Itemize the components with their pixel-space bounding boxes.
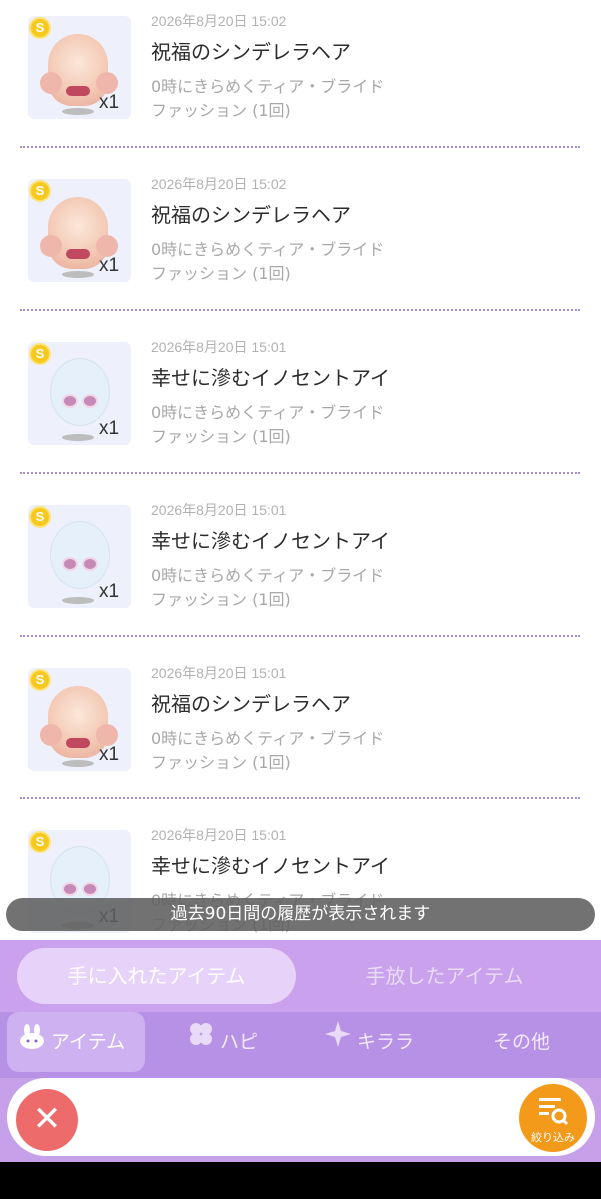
item-source-detail: ファッション (1回) (151, 427, 291, 446)
item-timestamp: 2026年8月20日 15:02 (151, 176, 287, 192)
item-timestamp: 2026年8月20日 15:01 (151, 502, 287, 518)
tab-category-happi-label: ハピ (220, 1031, 259, 1053)
history-item[interactable]: S x1 2026年8月20日 15:02 祝福のシンデレラヘア 0時にきらめく… (0, 163, 601, 325)
category-tabs: アイテム ハピ キララ その他 (0, 1012, 601, 1078)
tab-category-other[interactable]: その他 (493, 1012, 573, 1078)
clover-icon (186, 1013, 216, 1073)
divider (20, 472, 580, 474)
system-nav-bar (0, 1162, 601, 1199)
close-button[interactable]: ✕ (16, 1089, 78, 1151)
item-name: 祝福のシンデレラヘア (151, 692, 351, 716)
coin-icon: S (29, 506, 51, 528)
item-quantity: x1 (99, 581, 120, 602)
item-source-detail: ファッション (1回) (151, 590, 291, 609)
divider (20, 797, 580, 799)
tab-category-happi[interactable]: ハピ (186, 1012, 286, 1078)
tab-category-kirara-label: キララ (357, 1031, 415, 1053)
history-item[interactable]: S x1 2026年8月20日 15:01 幸せに滲むイノセントアイ 0時にきら… (0, 489, 601, 651)
item-source-detail: ファッション (1回) (151, 264, 291, 283)
history-item[interactable]: S x1 2026年8月20日 15:02 祝福のシンデレラヘア 0時にきらめく… (0, 0, 601, 162)
filter-bar: ✕ 絞り込み (7, 1078, 595, 1156)
item-source: 0時にきらめくティア・ブライド (151, 729, 385, 748)
tab-category-item[interactable]: アイテム (7, 1012, 145, 1072)
coin-icon: S (29, 669, 51, 691)
bunny-icon (17, 1013, 47, 1073)
coin-icon: S (29, 17, 51, 39)
item-name: 祝福のシンデレラヘア (151, 40, 351, 64)
history-item[interactable]: S x1 2026年8月20日 15:01 幸せに滲むイノセントアイ 0時にきら… (0, 326, 601, 488)
history-item[interactable]: S x1 2026年8月20日 15:01 祝福のシンデレラヘア 0時にきらめく… (0, 652, 601, 814)
item-timestamp: 2026年8月20日 15:01 (151, 339, 287, 355)
item-quantity: x1 (99, 418, 120, 439)
history-type-toggle: 手に入れたアイテム 手放したアイテム (0, 940, 601, 1012)
coin-icon: S (29, 180, 51, 202)
item-source-detail: ファッション (1回) (151, 101, 291, 120)
bottom-panel: 手に入れたアイテム 手放したアイテム アイテム ハピ キララ その他 ✕ 絞り込… (0, 940, 601, 1162)
filter-list-search-icon (537, 1094, 569, 1130)
divider (20, 635, 580, 637)
item-source: 0時にきらめくティア・ブライド (151, 566, 385, 585)
item-source: 0時にきらめくティア・ブライド (151, 403, 385, 422)
item-timestamp: 2026年8月20日 15:02 (151, 13, 287, 29)
item-name: 幸せに滲むイノセントアイ (151, 854, 390, 878)
item-source: 0時にきらめくティア・ブライド (151, 240, 385, 259)
coin-icon: S (29, 831, 51, 853)
item-quantity: x1 (99, 255, 120, 276)
coin-icon: S (29, 343, 51, 365)
divider (20, 309, 580, 311)
item-name: 幸せに滲むイノセントアイ (151, 366, 390, 390)
sparkle-icon (323, 1013, 353, 1073)
item-name: 幸せに滲むイノセントアイ (151, 529, 390, 553)
item-timestamp: 2026年8月20日 15:01 (151, 827, 287, 843)
tab-obtained-items[interactable]: 手に入れたアイテム (17, 948, 296, 1004)
item-quantity: x1 (99, 744, 120, 765)
close-icon: ✕ (32, 1099, 62, 1139)
item-source: 0時にきらめくティア・ブライド (151, 77, 385, 96)
history-notice-toast: 過去90日間の履歴が表示されます (6, 898, 595, 931)
item-source-detail: ファッション (1回) (151, 753, 291, 772)
item-timestamp: 2026年8月20日 15:01 (151, 665, 287, 681)
item-quantity: x1 (99, 92, 120, 113)
filter-button-label: 絞り込み (531, 1131, 575, 1144)
divider (20, 146, 580, 148)
tab-category-kirara[interactable]: キララ (323, 1012, 433, 1078)
tab-released-items[interactable]: 手放したアイテム (305, 948, 584, 1004)
item-name: 祝福のシンデレラヘア (151, 203, 351, 227)
tab-category-item-label: アイテム (51, 1031, 126, 1053)
filter-button[interactable]: 絞り込み (519, 1084, 587, 1152)
